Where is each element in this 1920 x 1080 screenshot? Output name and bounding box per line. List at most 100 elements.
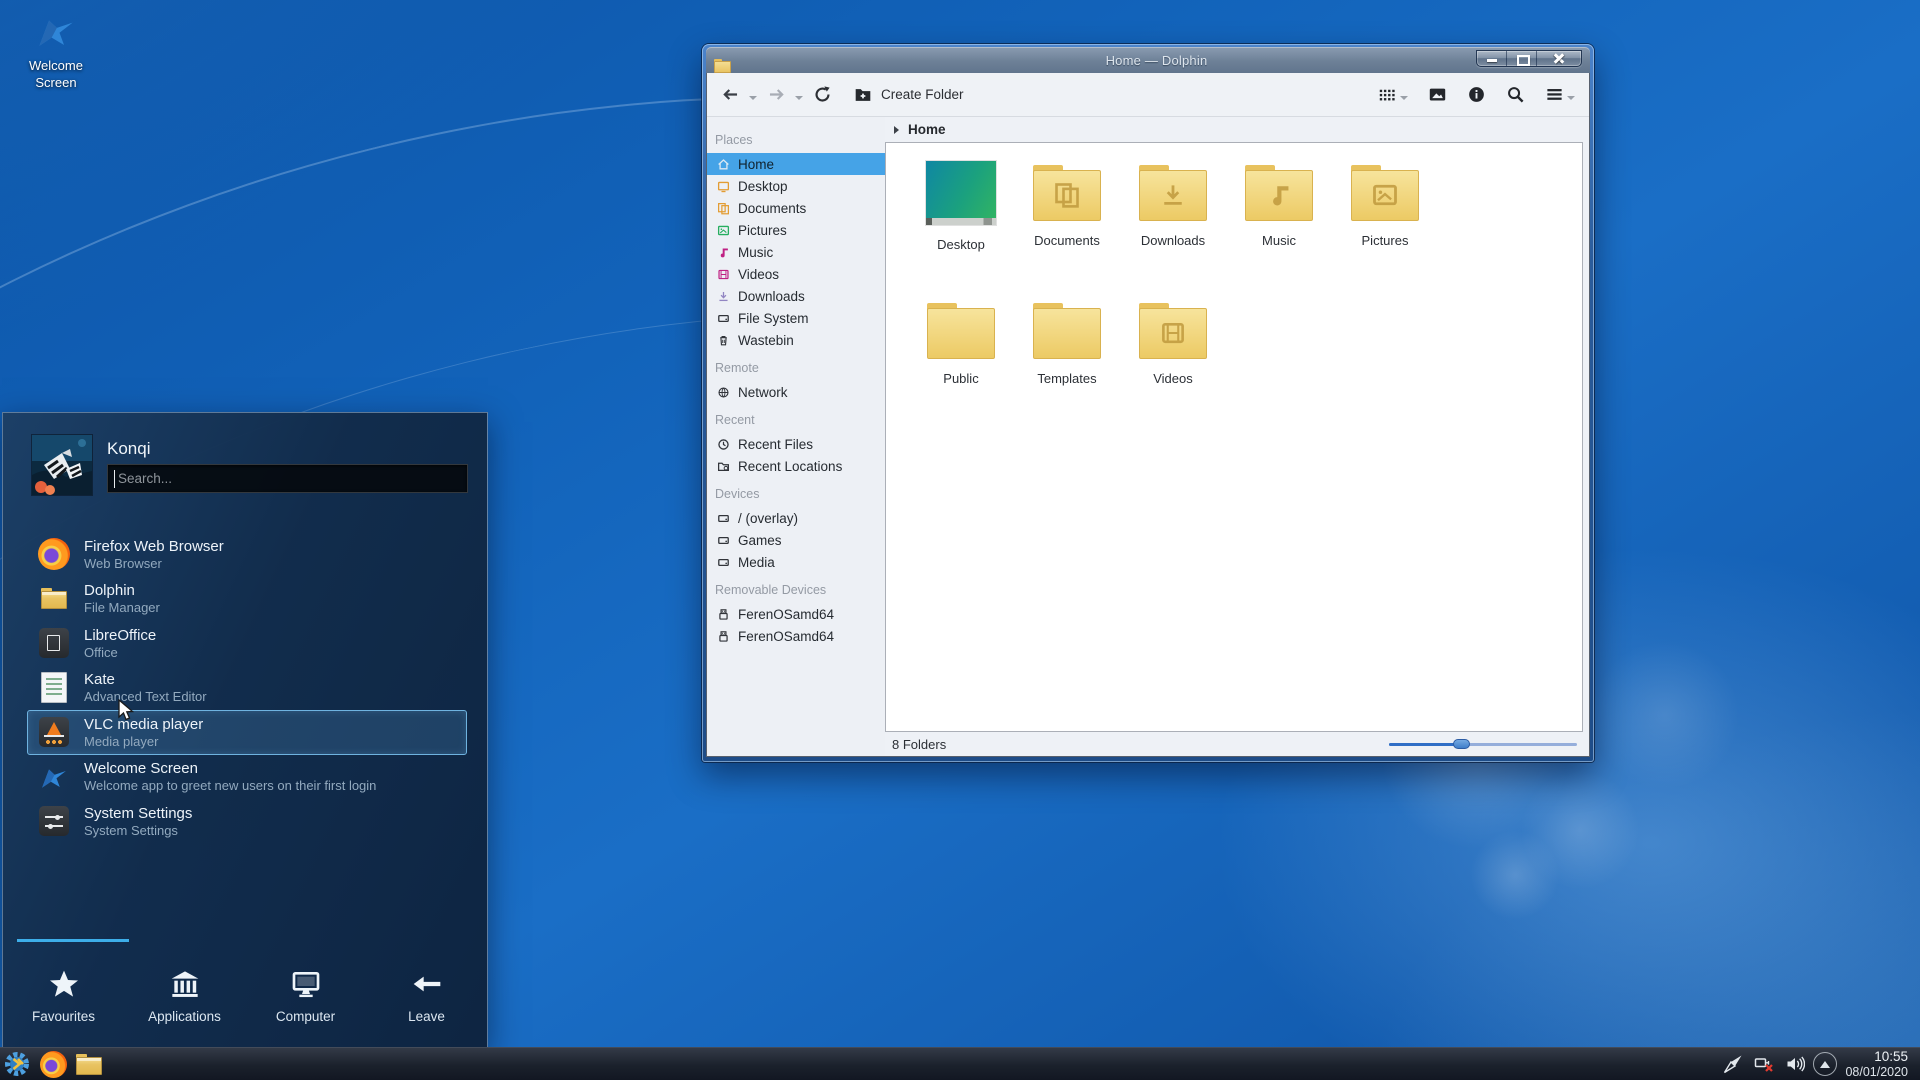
preview-button[interactable] bbox=[1428, 85, 1447, 104]
section-header: Places bbox=[715, 133, 753, 147]
window-buttons bbox=[1476, 50, 1582, 67]
sidebar-item-ferenos-2[interactable]: FerenOSamd64 bbox=[707, 625, 885, 647]
libreoffice-icon bbox=[38, 628, 69, 659]
app-item-dolphin[interactable]: Dolphin File Manager bbox=[27, 577, 467, 622]
usb-icon bbox=[717, 608, 730, 621]
film-glyph-icon bbox=[1159, 319, 1187, 347]
menu-button[interactable] bbox=[1545, 85, 1575, 104]
sidebar-item-pictures[interactable]: Pictures bbox=[707, 219, 885, 241]
sidebar-item-games[interactable]: Games bbox=[707, 529, 885, 551]
sidebar-item-home[interactable]: Home bbox=[707, 153, 885, 175]
app-item-welcome-screen[interactable]: Welcome Screen Welcome app to greet new u… bbox=[27, 755, 467, 800]
taskbar: 10:55 08/01/2020 bbox=[0, 1047, 1920, 1080]
expand-tray-button[interactable] bbox=[1813, 1052, 1838, 1076]
folder-item-public[interactable]: Public bbox=[908, 297, 1014, 435]
search-button[interactable] bbox=[1506, 85, 1525, 104]
clock-icon bbox=[717, 438, 730, 451]
tab-favourites[interactable]: Favourites bbox=[3, 942, 124, 1047]
sidebar-item-videos[interactable]: Videos bbox=[707, 263, 885, 285]
folder-item-templates[interactable]: Templates bbox=[1014, 297, 1120, 435]
music-glyph-icon bbox=[1265, 181, 1293, 209]
sidebar-item-wastebin[interactable]: Wastebin bbox=[707, 329, 885, 351]
sidebar-item-ferenos-1[interactable]: FerenOSamd64 bbox=[707, 603, 885, 625]
sidebar-item-downloads[interactable]: Downloads bbox=[707, 285, 885, 307]
music-note-icon bbox=[717, 246, 730, 259]
avatar-fish-photo bbox=[32, 435, 92, 495]
firefox-launcher[interactable] bbox=[38, 1049, 68, 1079]
wallpaper-bokeh bbox=[1470, 830, 1560, 920]
volume-tray-item[interactable] bbox=[1782, 1051, 1808, 1077]
vlc-cone-icon bbox=[38, 717, 69, 748]
sidebar-item-recent-files[interactable]: Recent Files bbox=[707, 433, 885, 455]
app-menu-button[interactable] bbox=[2, 1049, 32, 1079]
places-panel: Places Home Desktop Documents Pictures M… bbox=[707, 117, 885, 756]
text-caret bbox=[114, 470, 115, 488]
app-item-kate[interactable]: Kate Advanced Text Editor bbox=[27, 666, 467, 711]
folder-icon bbox=[1139, 165, 1207, 221]
tab-computer[interactable]: Computer bbox=[245, 942, 366, 1047]
information-button[interactable] bbox=[1467, 85, 1486, 104]
sidebar-item-overlay[interactable]: / (overlay) bbox=[707, 507, 885, 529]
refresh-button[interactable] bbox=[813, 85, 832, 104]
sidebar-item-network[interactable]: Network bbox=[707, 381, 885, 403]
globe-icon bbox=[717, 386, 730, 399]
network-tray-item[interactable] bbox=[1751, 1051, 1777, 1077]
user-avatar[interactable] bbox=[32, 435, 92, 495]
folder-icon bbox=[1033, 165, 1101, 221]
folder-item-downloads[interactable]: Downloads bbox=[1120, 159, 1226, 297]
drive-icon bbox=[717, 534, 730, 547]
network-tool-tray-item[interactable] bbox=[1720, 1051, 1746, 1077]
application-launcher-menu: Konqi Firefox Web BrowserWeb Browser Dol… bbox=[2, 412, 488, 1047]
folder-icon bbox=[1245, 165, 1313, 221]
folder-clock-icon bbox=[717, 460, 730, 473]
zoom-slider[interactable] bbox=[1389, 738, 1577, 750]
close-button[interactable] bbox=[1537, 51, 1581, 66]
firefox-icon bbox=[37, 538, 70, 571]
sidebar-item-documents[interactable]: Documents bbox=[707, 197, 885, 219]
folder-item-pictures[interactable]: Pictures bbox=[1332, 159, 1438, 297]
create-folder-button[interactable]: Create Folder bbox=[854, 86, 964, 104]
launcher-app-list: Firefox Web Browser Web Browser Dolphin Fi… bbox=[27, 532, 467, 844]
folder-item-documents[interactable]: Documents bbox=[1014, 159, 1120, 297]
zoom-slider-handle[interactable] bbox=[1453, 739, 1470, 749]
minimize-button[interactable] bbox=[1477, 51, 1507, 66]
launcher-search-box[interactable] bbox=[107, 464, 468, 493]
maximize-button[interactable] bbox=[1507, 51, 1537, 66]
files-launcher[interactable] bbox=[74, 1049, 104, 1079]
icon-view-button[interactable] bbox=[1378, 85, 1408, 104]
folder-item-desktop[interactable]: Desktop bbox=[908, 159, 1014, 297]
dolphin-app-icon bbox=[714, 59, 731, 73]
zoom-slider-fill bbox=[1389, 743, 1461, 746]
menu-dropdown-caret bbox=[1567, 95, 1575, 100]
section-header: Remote bbox=[715, 361, 759, 375]
app-item-firefox[interactable]: Firefox Web Browser Web Browser bbox=[27, 532, 467, 577]
app-item-system-settings[interactable]: System Settings System Settings bbox=[27, 799, 467, 844]
forward-dropdown-caret[interactable] bbox=[795, 95, 803, 100]
forward-button[interactable] bbox=[767, 85, 786, 104]
app-item-libreoffice[interactable]: LibreOffice Office bbox=[27, 621, 467, 666]
tab-applications[interactable]: Applications bbox=[124, 942, 245, 1047]
back-dropdown-caret[interactable] bbox=[749, 95, 757, 100]
clock[interactable]: 10:55 08/01/2020 bbox=[1845, 1049, 1908, 1079]
sidebar-item-desktop[interactable]: Desktop bbox=[707, 175, 885, 197]
sidebar-item-recent-locations[interactable]: Recent Locations bbox=[707, 455, 885, 477]
wallpaper-bokeh bbox=[1590, 640, 1740, 790]
back-arrow-icon bbox=[721, 85, 740, 104]
image-glyph-icon bbox=[1371, 181, 1399, 209]
folder-view[interactable]: Desktop Documents Downloads Music Pictur… bbox=[885, 142, 1583, 732]
sidebar-item-media[interactable]: Media bbox=[707, 551, 885, 573]
status-bar: 8 Folders bbox=[885, 732, 1589, 756]
breadcrumb[interactable]: Home bbox=[885, 117, 1589, 142]
desktop-icon-welcome-screen[interactable]: Welcome Screen bbox=[14, 10, 98, 91]
tab-leave[interactable]: Leave bbox=[366, 942, 487, 1047]
sidebar-item-file-system[interactable]: File System bbox=[707, 307, 885, 329]
search-input[interactable] bbox=[108, 465, 467, 492]
folder-item-videos[interactable]: Videos bbox=[1120, 297, 1226, 435]
window-titlebar[interactable]: Home — Dolphin bbox=[706, 47, 1590, 73]
user-name: Konqi bbox=[107, 439, 151, 458]
sidebar-item-music[interactable]: Music bbox=[707, 241, 885, 263]
document-glyph-icon bbox=[1053, 181, 1081, 209]
folder-item-music[interactable]: Music bbox=[1226, 159, 1332, 297]
app-item-vlc[interactable]: VLC media player Media player bbox=[27, 710, 467, 755]
back-button[interactable] bbox=[721, 85, 740, 104]
